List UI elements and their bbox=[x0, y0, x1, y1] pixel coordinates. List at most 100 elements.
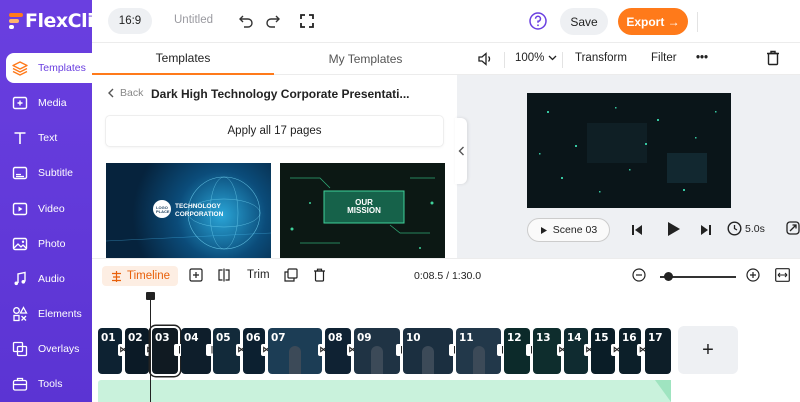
video-canvas[interactable] bbox=[527, 93, 731, 208]
sidebar-item-text[interactable]: Text bbox=[6, 123, 92, 153]
thumb-line: MISSION bbox=[347, 206, 381, 215]
clip-number: 10 bbox=[406, 332, 421, 344]
apply-all-button[interactable]: Apply all 17 pages bbox=[106, 116, 443, 146]
timeline-label: Timeline bbox=[126, 270, 171, 282]
logo-mark-icon bbox=[9, 12, 23, 30]
filter-button[interactable]: Filter bbox=[651, 52, 677, 64]
panel-tabs: Templates My Templates bbox=[92, 43, 457, 75]
zoom-out-icon[interactable] bbox=[632, 268, 646, 282]
back-label: Back bbox=[120, 87, 144, 99]
scene-selector[interactable]: Scene 03 bbox=[527, 218, 610, 242]
divider bbox=[562, 52, 563, 68]
timeline-button[interactable]: Timeline bbox=[102, 266, 178, 286]
template-page-thumbnail[interactable]: LOGO PLACE TECHNOLOGY CORPORATION bbox=[106, 163, 271, 258]
playhead-handle[interactable] bbox=[146, 292, 155, 300]
templates-panel: Templates My Templates Back Dark High Te… bbox=[92, 43, 457, 258]
divider bbox=[697, 12, 698, 32]
play-small-icon bbox=[540, 226, 547, 234]
sidebar-item-video[interactable]: Video bbox=[6, 194, 92, 224]
timeline-clip[interactable]: 09 bbox=[354, 328, 400, 374]
clip-number: 03 bbox=[155, 332, 170, 344]
sidebar-item-elements[interactable]: Elements bbox=[6, 299, 92, 329]
next-scene-icon[interactable] bbox=[700, 223, 712, 241]
timeline-toolbar: Timeline Trim 0:08.5 / 1:30.0 bbox=[92, 258, 800, 292]
timeline-clip[interactable]: 17 bbox=[645, 328, 671, 374]
sidebar-item-label: Text bbox=[38, 132, 58, 144]
photo-icon bbox=[12, 236, 28, 252]
thumb-text: TECHNOLOGY CORPORATION bbox=[175, 203, 223, 219]
delete-icon[interactable] bbox=[313, 268, 327, 282]
clip-number: 11 bbox=[459, 332, 474, 344]
tab-my-templates[interactable]: My Templates bbox=[274, 43, 457, 75]
volume-icon[interactable] bbox=[477, 51, 493, 70]
sidebar-item-subtitle[interactable]: Subtitle bbox=[6, 158, 92, 188]
clip-number: 09 bbox=[357, 332, 372, 344]
previous-scene-icon[interactable] bbox=[631, 223, 643, 241]
clip-number: 15 bbox=[594, 332, 609, 344]
play-icon[interactable] bbox=[666, 221, 681, 242]
thumb-line: CORPORATION bbox=[175, 211, 224, 218]
duplicate-icon[interactable] bbox=[284, 268, 298, 282]
collapse-panel-button[interactable] bbox=[455, 118, 467, 184]
undo-icon[interactable] bbox=[237, 12, 255, 30]
zoom-in-icon[interactable] bbox=[746, 268, 760, 282]
thumb-line: TECHNOLOGY bbox=[175, 203, 221, 210]
chevron-left-icon bbox=[108, 88, 114, 98]
layers-icon bbox=[12, 60, 28, 76]
audio-track-end bbox=[655, 380, 671, 402]
back-link[interactable]: Back bbox=[106, 87, 143, 99]
template-title: Dark High Technology Corporate Presentat… bbox=[151, 87, 410, 101]
sidebar-item-templates[interactable]: Templates bbox=[6, 53, 92, 83]
sidebar: FlexClip Templates Media Text Subtitle V… bbox=[0, 0, 107, 402]
split-icon[interactable] bbox=[217, 268, 231, 282]
aspect-ratio-button[interactable]: 16:9 bbox=[108, 8, 152, 34]
zoom-value: 100% bbox=[515, 52, 545, 64]
clip-number: 05 bbox=[216, 332, 231, 344]
clip-number: 01 bbox=[101, 332, 116, 344]
trash-icon[interactable] bbox=[766, 50, 780, 69]
project-name[interactable]: Untitled bbox=[174, 14, 213, 26]
sidebar-item-photo[interactable]: Photo bbox=[6, 229, 92, 259]
tools-icon bbox=[12, 376, 28, 392]
sidebar-item-label: Subtitle bbox=[38, 167, 74, 179]
more-button[interactable]: ••• bbox=[696, 52, 708, 64]
export-button[interactable]: Export → bbox=[618, 8, 688, 35]
duration-control[interactable]: 5.0s bbox=[727, 221, 765, 236]
zoom-slider-handle[interactable] bbox=[663, 272, 673, 281]
elements-icon bbox=[12, 306, 28, 322]
timeline-clip[interactable]: 07 bbox=[268, 328, 322, 374]
duration-value: 5.0s bbox=[745, 222, 765, 235]
sidebar-item-media[interactable]: Media bbox=[6, 88, 92, 118]
trim-button[interactable]: Trim bbox=[247, 269, 270, 281]
sidebar-item-label: Photo bbox=[38, 238, 66, 250]
tab-templates[interactable]: Templates bbox=[92, 43, 274, 75]
fullscreen-icon[interactable] bbox=[298, 12, 316, 30]
sidebar-item-overlays[interactable]: Overlays bbox=[6, 334, 92, 364]
sidebar-item-label: Overlays bbox=[38, 343, 80, 355]
clock-icon bbox=[727, 221, 742, 236]
scene-number: 03 bbox=[585, 224, 598, 236]
redo-icon[interactable] bbox=[264, 12, 282, 30]
add-clip-button[interactable]: + bbox=[678, 326, 738, 374]
timeline-clip[interactable]: 10 bbox=[403, 328, 453, 374]
save-button[interactable]: Save bbox=[560, 8, 608, 35]
add-scene-icon[interactable] bbox=[189, 268, 203, 282]
canvas-scene-graphic bbox=[527, 93, 731, 208]
chevron-down-icon bbox=[548, 55, 557, 61]
sidebar-item-label: Media bbox=[38, 97, 67, 109]
timeline-clip[interactable]: 11 bbox=[456, 328, 501, 374]
text-icon bbox=[12, 130, 28, 146]
help-icon[interactable] bbox=[528, 11, 548, 31]
zoom-select[interactable]: 100% bbox=[515, 52, 557, 64]
expand-icon[interactable] bbox=[786, 221, 800, 240]
audio-track[interactable] bbox=[98, 380, 671, 402]
fit-timeline-icon[interactable] bbox=[775, 268, 790, 282]
top-bar: 16:9 Untitled Save Export → bbox=[92, 0, 800, 43]
template-page-thumbnail[interactable]: OUR MISSION bbox=[280, 163, 445, 258]
logo-place-badge: LOGO PLACE bbox=[156, 205, 170, 214]
sidebar-item-audio[interactable]: Audio bbox=[6, 264, 92, 294]
transform-button[interactable]: Transform bbox=[575, 52, 627, 64]
sidebar-item-tools[interactable]: Tools bbox=[6, 369, 92, 399]
playhead[interactable] bbox=[150, 292, 151, 402]
audio-icon bbox=[12, 271, 28, 287]
